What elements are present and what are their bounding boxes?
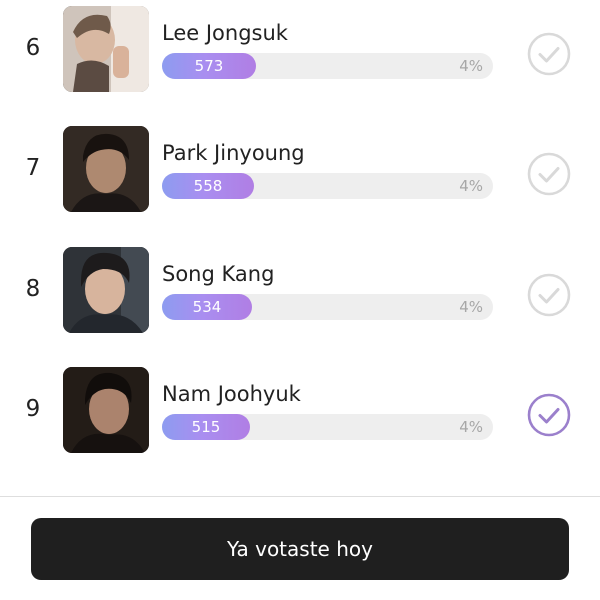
rank-number: 8 bbox=[25, 276, 41, 302]
vote-count-fill: 534 bbox=[162, 294, 252, 320]
vote-count-fill: 573 bbox=[162, 53, 256, 79]
vote-check-button[interactable] bbox=[527, 273, 571, 317]
vote-progress-bar: 515 4% bbox=[162, 414, 493, 440]
candidate-name: Song Kang bbox=[162, 262, 275, 286]
photo-placeholder bbox=[63, 367, 149, 453]
vote-count-fill: 515 bbox=[162, 414, 250, 440]
rank-number: 7 bbox=[25, 155, 41, 181]
photo-placeholder bbox=[63, 6, 149, 92]
vote-progress-bar: 534 4% bbox=[162, 294, 493, 320]
check-circle-icon bbox=[527, 32, 571, 76]
candidate-photo bbox=[63, 6, 149, 92]
candidate-name: Lee Jongsuk bbox=[162, 21, 288, 45]
vote-percentage: 4% bbox=[459, 57, 483, 75]
vote-percentage: 4% bbox=[459, 418, 483, 436]
check-circle-icon bbox=[527, 393, 571, 437]
candidate-photo bbox=[63, 367, 149, 453]
ranking-row: 6 Lee Jongsuk 573 4% bbox=[0, 3, 600, 103]
rank-number: 6 bbox=[25, 35, 41, 61]
vote-progress-bar: 573 4% bbox=[162, 53, 493, 79]
candidate-name: Nam Joohyuk bbox=[162, 382, 301, 406]
vote-percentage: 4% bbox=[459, 177, 483, 195]
rank-number: 9 bbox=[25, 396, 41, 422]
vote-check-button-selected[interactable] bbox=[527, 393, 571, 437]
already-voted-button[interactable]: Ya votaste hoy bbox=[31, 518, 569, 580]
vote-check-button[interactable] bbox=[527, 32, 571, 76]
candidate-photo bbox=[63, 247, 149, 333]
vote-percentage: 4% bbox=[459, 298, 483, 316]
ranking-row: 8 Song Kang 534 4% bbox=[0, 244, 600, 344]
candidate-photo bbox=[63, 126, 149, 212]
vote-check-button[interactable] bbox=[527, 152, 571, 196]
photo-placeholder bbox=[63, 126, 149, 212]
bottom-action-bar: Ya votaste hoy bbox=[0, 497, 600, 600]
photo-placeholder bbox=[63, 247, 149, 333]
vote-count-fill: 558 bbox=[162, 173, 254, 199]
ranking-row: 9 Nam Joohyuk 515 4% bbox=[0, 364, 600, 464]
vote-ranking-screen: 6 Lee Jongsuk 573 4% 7 Park Jinyoung 558… bbox=[0, 0, 600, 600]
check-circle-icon bbox=[527, 273, 571, 317]
vote-progress-bar: 558 4% bbox=[162, 173, 493, 199]
candidate-name: Park Jinyoung bbox=[162, 141, 305, 165]
ranking-row: 7 Park Jinyoung 558 4% bbox=[0, 123, 600, 223]
check-circle-icon bbox=[527, 152, 571, 196]
